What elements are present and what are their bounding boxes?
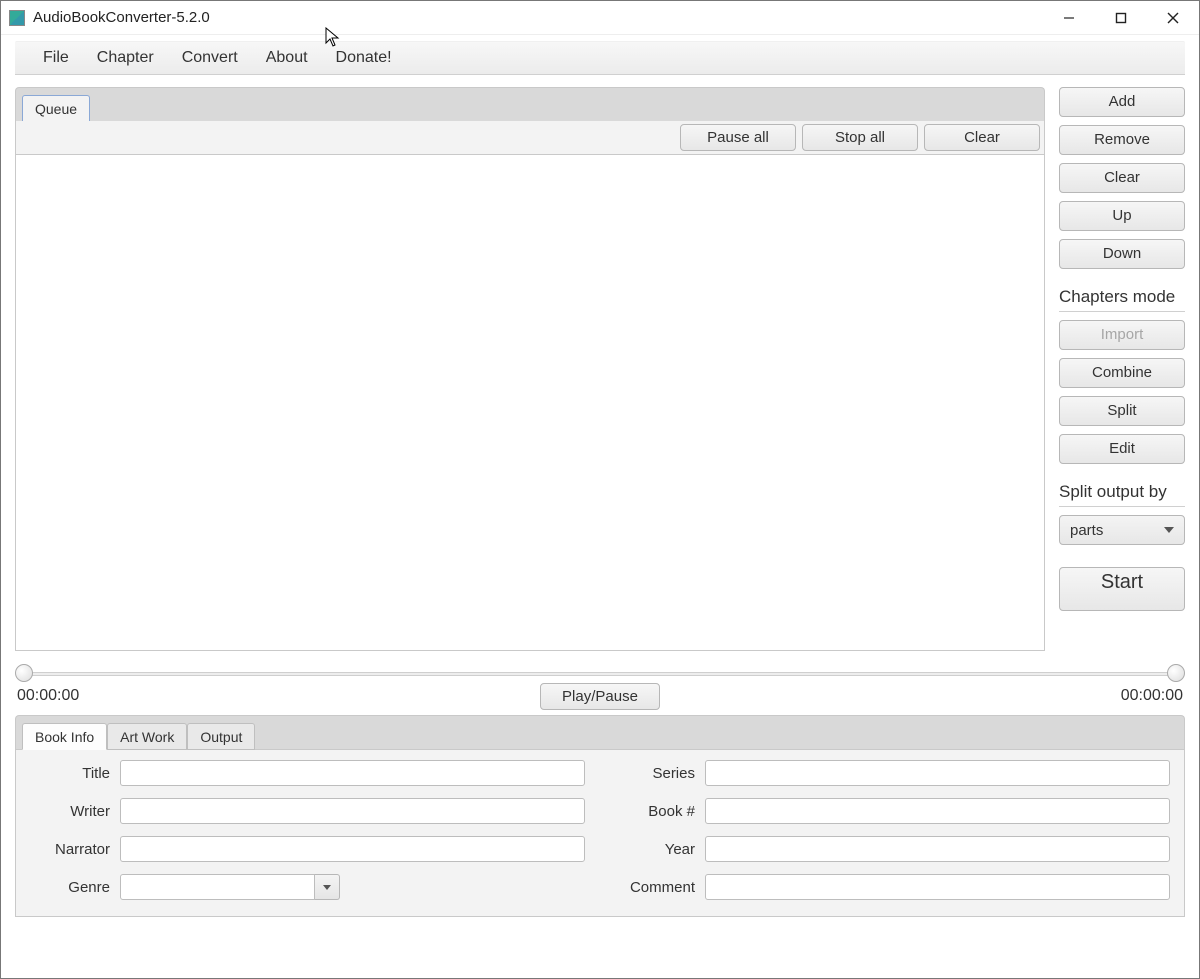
- label-year: Year: [595, 841, 695, 858]
- time-total: 00:00:00: [1121, 687, 1183, 705]
- series-field[interactable]: [705, 760, 1170, 786]
- pause-all-button[interactable]: Pause all: [680, 124, 796, 151]
- combine-button[interactable]: Combine: [1059, 358, 1185, 388]
- minimize-button[interactable]: [1043, 1, 1095, 34]
- label-writer: Writer: [30, 803, 110, 820]
- tab-art-work[interactable]: Art Work: [107, 723, 187, 750]
- add-button[interactable]: Add: [1059, 87, 1185, 117]
- chapters-mode-heading: Chapters mode: [1059, 281, 1185, 312]
- down-button[interactable]: Down: [1059, 239, 1185, 269]
- close-button[interactable]: [1147, 1, 1199, 34]
- narrator-field[interactable]: [120, 836, 585, 862]
- sidebar: Add Remove Clear Up Down Chapters mode I…: [1059, 87, 1185, 651]
- slider-track: [21, 672, 1179, 676]
- queue-list[interactable]: [15, 155, 1045, 651]
- label-series: Series: [595, 765, 695, 782]
- genre-field[interactable]: [120, 874, 315, 900]
- split-output-heading: Split output by: [1059, 476, 1185, 507]
- play-pause-button[interactable]: Play/Pause: [540, 683, 660, 710]
- app-icon: [9, 10, 25, 26]
- menu-donate[interactable]: Donate!: [326, 45, 402, 71]
- label-comment: Comment: [595, 879, 695, 896]
- label-narrator: Narrator: [30, 841, 110, 858]
- chevron-down-icon: [1164, 527, 1174, 533]
- menu-bar: File Chapter Convert About Donate!: [15, 41, 1185, 75]
- menu-about[interactable]: About: [256, 45, 318, 71]
- title-field[interactable]: [120, 760, 585, 786]
- tab-book-info[interactable]: Book Info: [22, 723, 107, 750]
- window-title: AudioBookConverter-5.2.0: [33, 9, 210, 26]
- import-button[interactable]: Import: [1059, 320, 1185, 350]
- writer-field[interactable]: [120, 798, 585, 824]
- window-controls: [1043, 1, 1199, 34]
- label-genre: Genre: [30, 879, 110, 896]
- split-output-value: parts: [1070, 522, 1103, 539]
- book-no-field[interactable]: [705, 798, 1170, 824]
- slider-thumb-end[interactable]: [1167, 664, 1185, 682]
- split-button[interactable]: Split: [1059, 396, 1185, 426]
- menu-convert[interactable]: Convert: [172, 45, 248, 71]
- remove-button[interactable]: Remove: [1059, 125, 1185, 155]
- chevron-down-icon: [323, 885, 331, 890]
- comment-field[interactable]: [705, 874, 1170, 900]
- title-bar: AudioBookConverter-5.2.0: [1, 1, 1199, 35]
- stop-all-button[interactable]: Stop all: [802, 124, 918, 151]
- queue-toolbar: Pause all Stop all Clear: [15, 121, 1045, 155]
- menu-file[interactable]: File: [33, 45, 79, 71]
- tab-queue[interactable]: Queue: [22, 95, 90, 122]
- up-button[interactable]: Up: [1059, 201, 1185, 231]
- menu-chapter[interactable]: Chapter: [87, 45, 164, 71]
- maximize-button[interactable]: [1095, 1, 1147, 34]
- clear-button[interactable]: Clear: [1059, 163, 1185, 193]
- split-output-select[interactable]: parts: [1059, 515, 1185, 545]
- book-info-form: Title Series Writer Book # Narrator Year…: [15, 749, 1185, 917]
- year-field[interactable]: [705, 836, 1170, 862]
- clear-queue-button[interactable]: Clear: [924, 124, 1040, 151]
- time-elapsed: 00:00:00: [17, 687, 79, 705]
- start-button[interactable]: Start: [1059, 567, 1185, 611]
- slider-thumb-start[interactable]: [15, 664, 33, 682]
- label-title: Title: [30, 765, 110, 782]
- label-book-no: Book #: [595, 803, 695, 820]
- tab-output[interactable]: Output: [187, 723, 255, 750]
- edit-button[interactable]: Edit: [1059, 434, 1185, 464]
- queue-tabstrip: Queue: [15, 87, 1045, 121]
- info-tabstrip: Book Info Art Work Output: [15, 715, 1185, 749]
- playback-slider[interactable]: [15, 661, 1185, 685]
- genre-dropdown-button[interactable]: [315, 874, 340, 900]
- genre-combo[interactable]: [120, 874, 340, 900]
